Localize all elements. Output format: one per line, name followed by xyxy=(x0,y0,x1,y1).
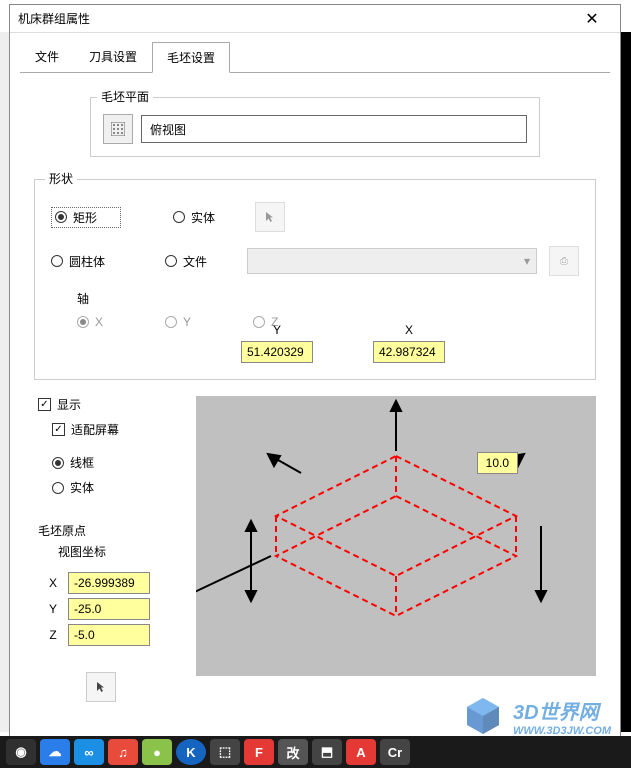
origin-viewcoord: 视图坐标 xyxy=(58,543,184,560)
plane-input[interactable] xyxy=(141,115,527,143)
wire-radio[interactable]: 线框 xyxy=(52,454,184,471)
taskbar-app11-icon[interactable]: Cr xyxy=(380,739,410,765)
origin-x-value[interactable]: -26.999389 xyxy=(68,572,150,594)
fit-label: 适配屏幕 xyxy=(71,421,119,438)
taskbar-app9-icon[interactable]: ⬒ xyxy=(312,739,342,765)
file-browse-button: ⎙ xyxy=(549,246,579,276)
watermark-text: 3D世界网 xyxy=(513,696,611,725)
taskbar-start-icon[interactable]: ◉ xyxy=(6,739,36,765)
origin-x-label: X xyxy=(46,576,60,590)
titlebar: 机床群组属性 ✕ xyxy=(10,5,620,33)
plane-group-label: 毛坯平面 xyxy=(97,88,153,105)
stock-panel: 毛坯平面 形状 矩形 xyxy=(10,73,620,710)
fit-checkbox[interactable]: 适配屏幕 xyxy=(52,421,184,438)
taskbar-app1-icon[interactable]: ☁ xyxy=(40,739,70,765)
origin-y-label: Y xyxy=(46,602,60,616)
origin-pick-button[interactable] xyxy=(86,672,116,702)
taskbar-app7-icon[interactable]: F xyxy=(244,739,274,765)
taskbar-app6-icon[interactable]: ⬚ xyxy=(210,739,240,765)
solidview-label: 实体 xyxy=(70,479,94,496)
origin-z-value[interactable]: -5.0 xyxy=(68,624,150,646)
file-icon: ⎙ xyxy=(560,256,568,267)
shape-rect-radio[interactable]: 矩形 xyxy=(51,207,121,228)
axis-label: 轴 xyxy=(77,290,579,307)
watermark-url: WWW.3D3JW.COM xyxy=(513,725,611,737)
axis-x-radio: X xyxy=(77,315,147,329)
taskbar-app3-icon[interactable]: ♫ xyxy=(108,739,138,765)
solid-pick-button[interactable] xyxy=(255,202,285,232)
watermark: 3D世界网 WWW.3D3JW.COM xyxy=(461,694,611,738)
shape-cylinder-label: 圆柱体 xyxy=(69,253,105,270)
taskbar-app5-icon[interactable]: K xyxy=(176,739,206,765)
show-label: 显示 xyxy=(57,396,81,413)
tab-file[interactable]: 文件 xyxy=(20,41,74,72)
close-button[interactable]: ✕ xyxy=(572,5,612,33)
dim-x-value[interactable]: 42.987324 xyxy=(373,341,445,363)
grid-icon xyxy=(111,122,125,136)
tab-tool[interactable]: 刀具设置 xyxy=(74,41,152,72)
wire-label: 线框 xyxy=(70,454,94,471)
properties-window: 机床群组属性 ✕ 文件 刀具设置 毛坯设置 毛坯平面 xyxy=(9,4,621,760)
axis-y-label: Y xyxy=(183,315,191,329)
shape-solid-label: 实体 xyxy=(191,209,215,226)
height-tooltip: 10.0 xyxy=(477,452,518,474)
chevron-down-icon: ▾ xyxy=(524,254,530,268)
pointer-icon xyxy=(263,210,277,224)
origin-group: 毛坯原点 视图坐标 X -26.999389 Y -25.0 Z -5.0 xyxy=(38,522,184,650)
window-title: 机床群组属性 xyxy=(18,10,90,27)
tab-stock[interactable]: 毛坯设置 xyxy=(152,42,230,73)
shape-rect-label: 矩形 xyxy=(73,209,97,226)
shape-file-radio[interactable]: 文件 xyxy=(165,253,235,270)
shape-group-label: 形状 xyxy=(45,170,77,187)
taskbar: ◉ ☁ ∞ ♫ ● K ⬚ F 改 ⬒ A Cr xyxy=(0,736,631,768)
axis-x-label: X xyxy=(95,315,103,329)
taskbar-app10-icon[interactable]: A xyxy=(346,739,376,765)
stock-plane-group: 毛坯平面 xyxy=(90,97,540,157)
tabs: 文件 刀具设置 毛坯设置 xyxy=(20,41,610,73)
axis-y-radio: Y xyxy=(165,315,235,329)
origin-z-label: Z xyxy=(46,628,60,642)
plane-grid-button[interactable] xyxy=(103,114,133,144)
shape-group: 形状 矩形 实体 圆柱体 xyxy=(34,179,596,380)
shape-solid-radio[interactable]: 实体 xyxy=(173,209,243,226)
taskbar-app8-icon[interactable]: 改 xyxy=(278,739,308,765)
file-select: ▾ xyxy=(247,248,537,274)
shape-cylinder-radio[interactable]: 圆柱体 xyxy=(51,253,121,270)
taskbar-app4-icon[interactable]: ● xyxy=(142,739,172,765)
pointer-icon xyxy=(94,680,108,694)
taskbar-app2-icon[interactable]: ∞ xyxy=(74,739,104,765)
solidview-radio[interactable]: 实体 xyxy=(52,479,184,496)
dim-y-value[interactable]: 51.420329 xyxy=(241,341,313,363)
origin-label: 毛坯原点 xyxy=(38,522,184,539)
origin-y-value[interactable]: -25.0 xyxy=(68,598,150,620)
show-checkbox[interactable]: 显示 xyxy=(38,396,184,413)
stock-preview: 10.0 xyxy=(196,396,596,676)
dim-x-label: X xyxy=(405,323,413,337)
shape-file-label: 文件 xyxy=(183,253,207,270)
stock-box-drawing xyxy=(196,396,596,676)
dim-y-label: Y xyxy=(273,323,281,337)
watermark-logo-icon xyxy=(461,694,505,738)
